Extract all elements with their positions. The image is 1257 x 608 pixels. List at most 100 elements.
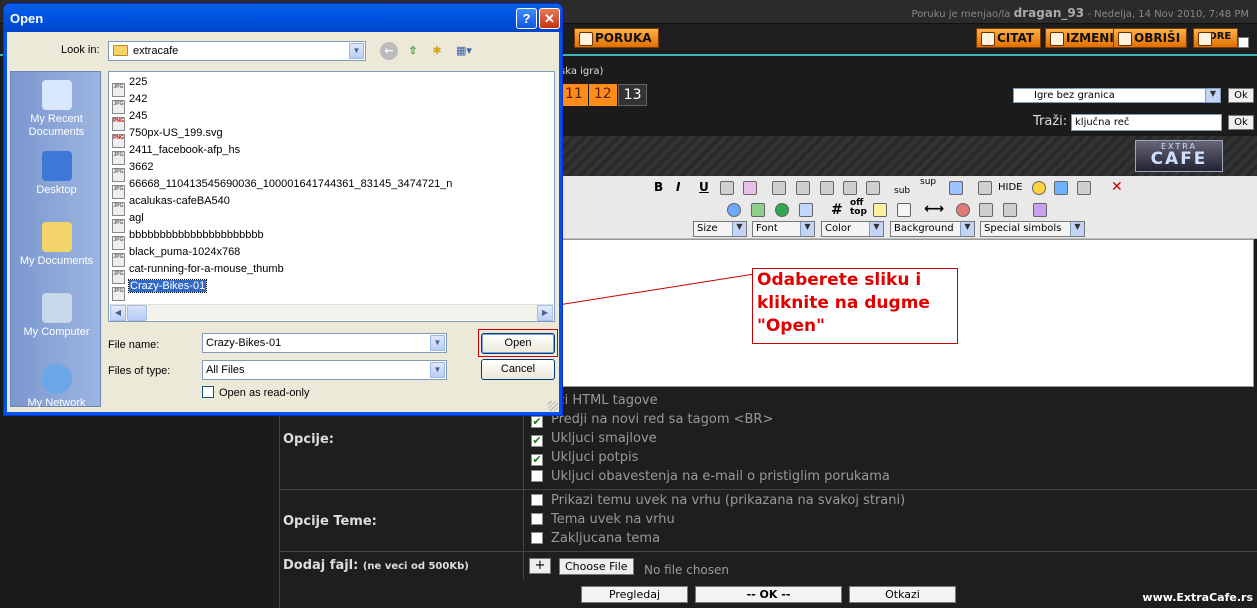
chevron-down-icon[interactable]: ▼	[1070, 222, 1084, 236]
code-icon[interactable]	[897, 203, 911, 217]
option-signature[interactable]: ✔ Ukljuci potpis	[531, 450, 638, 466]
quote-icon[interactable]	[873, 203, 887, 217]
place-my-network[interactable]: My Network	[11, 364, 102, 410]
place-my-computer[interactable]: My Computer	[11, 293, 102, 339]
forum-jump-select[interactable]: Igre bez granica ▼	[1013, 88, 1221, 103]
special-symbols-select[interactable]: Special simbols ▼	[980, 221, 1085, 237]
back-icon[interactable]: ←	[380, 42, 398, 60]
superscript-icon[interactable]: sup	[920, 177, 936, 187]
size-select[interactable]: Size ▼	[693, 221, 747, 237]
flv-icon[interactable]	[979, 203, 993, 217]
poruka-button[interactable]: PORUKA	[574, 28, 659, 48]
file-item[interactable]: JPG 242	[112, 93, 147, 114]
checkbox[interactable]	[531, 494, 543, 506]
background-select[interactable]: Background ▼	[890, 221, 975, 237]
bold-icon[interactable]: B	[654, 180, 663, 194]
citat-button[interactable]: CITAT	[976, 28, 1042, 48]
file-item[interactable]: JPG cat-running-for-a-mouse_thumb	[112, 263, 284, 284]
up-folder-icon[interactable]: ⇧	[404, 42, 422, 60]
color-picker-icon[interactable]	[743, 181, 757, 195]
dialog-titlebar[interactable]: Open ? ✕	[4, 4, 562, 32]
youtube-icon[interactable]	[956, 203, 970, 217]
file-item[interactable]: JPG black_puma-1024x768	[112, 246, 240, 267]
file-item[interactable]: JPG 2411_facebook-afp_hs	[112, 144, 240, 165]
subscript-icon[interactable]: sub	[894, 186, 910, 196]
chevron-down-icon[interactable]: ▼	[960, 222, 974, 236]
link-icon[interactable]	[727, 203, 741, 217]
file-item[interactable]: JPG 3662	[112, 161, 153, 182]
forum-jump-ok-button[interactable]: Ok	[1228, 88, 1254, 103]
file-item[interactable]: JPG agl	[112, 212, 144, 233]
remove-format-icon[interactable]: ✕	[1111, 179, 1123, 195]
option-sticky[interactable]: Tema uvek na vrhu	[531, 512, 675, 527]
indent-icon[interactable]	[866, 181, 880, 195]
edit-info-user[interactable]: dragan_93	[1014, 6, 1085, 20]
checkbox[interactable]	[531, 532, 543, 544]
chevron-down-icon[interactable]: ▼	[800, 222, 814, 236]
choose-file-button[interactable]: Choose File	[559, 558, 634, 575]
checkbox-checked[interactable]: ✔	[531, 416, 543, 428]
option-sticky-all[interactable]: Prikazi temu uvek na vrhu (prikazana na …	[531, 493, 905, 508]
place-desktop[interactable]: Desktop	[11, 151, 102, 197]
close-button[interactable]: ✕	[539, 8, 560, 29]
hash-icon[interactable]: #	[831, 202, 843, 218]
submit-ok-button[interactable]: -- OK --	[695, 586, 842, 603]
image-icon[interactable]	[751, 203, 765, 217]
read-only-checkbox[interactable]: Open as read-only	[202, 386, 310, 399]
resize-grip-icon[interactable]	[548, 401, 558, 411]
page-link-11[interactable]: 11	[560, 84, 589, 106]
checkbox[interactable]	[202, 386, 214, 398]
chevron-down-icon[interactable]: ▼	[430, 362, 445, 378]
color-select[interactable]: Color ▼	[821, 221, 884, 237]
search-input[interactable]: ključna reč	[1071, 114, 1222, 131]
file-item[interactable]: JPG 225	[112, 76, 147, 97]
cancel-post-button[interactable]: Otkazi	[849, 586, 956, 603]
gore-button[interactable]: GORE	[1193, 28, 1239, 48]
checkbox[interactable]	[531, 470, 543, 482]
align-center-icon[interactable]	[796, 181, 810, 195]
clover-icon[interactable]	[775, 203, 789, 217]
files-of-type-select[interactable]: All Files ▼	[202, 360, 447, 380]
help-button[interactable]: ?	[516, 8, 537, 29]
font-select[interactable]: Font ▼	[752, 221, 815, 237]
file-list[interactable]: JPG 225 JPG 242 PNG 245 PNG 750px-US_199.svg…	[108, 71, 555, 322]
add-file-plus-button[interactable]: +	[529, 558, 551, 574]
chevron-down-icon[interactable]: ▼	[869, 222, 883, 236]
new-folder-icon[interactable]: ✱	[428, 42, 446, 60]
table-icon[interactable]	[949, 181, 963, 195]
chevron-down-icon[interactable]: ▼	[430, 335, 445, 351]
place-my-documents[interactable]: My Documents	[11, 222, 102, 268]
media-icon[interactable]	[1003, 203, 1017, 217]
scroll-thumb[interactable]	[127, 305, 147, 321]
search-ok-button[interactable]: Ok	[1228, 115, 1254, 130]
scroll-left-icon[interactable]: ◀	[110, 305, 126, 321]
underline-icon[interactable]: U	[699, 180, 709, 194]
horizontal-rule-icon[interactable]: ⟷	[924, 201, 944, 217]
chevron-down-icon[interactable]: ▼	[349, 43, 364, 59]
cancel-button[interactable]: Cancel	[481, 359, 555, 380]
align-right-icon[interactable]	[820, 181, 834, 195]
keyboard-icon[interactable]	[1054, 181, 1068, 195]
chevron-down-icon[interactable]: ▼	[732, 222, 746, 236]
checkbox[interactable]	[531, 513, 543, 525]
page-link-12[interactable]: 12	[588, 84, 618, 106]
views-menu-icon[interactable]: ▦▾	[452, 42, 476, 60]
file-name-input[interactable]: Crazy-Bikes-01 ▼	[202, 333, 447, 353]
align-left-icon[interactable]	[772, 181, 786, 195]
obrisi-button[interactable]: OBRIŠI	[1113, 28, 1188, 48]
option-locked[interactable]: Zakljucana tema	[531, 531, 660, 546]
justify-icon[interactable]	[843, 181, 857, 195]
file-item[interactable]: PNG 245	[112, 110, 147, 131]
offtop-icon[interactable]: off top	[850, 199, 867, 217]
file-item[interactable]: JPG bbbbbbbbbbbbbbbbbbbbbb	[112, 229, 264, 250]
file-item[interactable]: JPG 66668_110413545690036_100001641744361…	[112, 178, 452, 199]
italic-icon[interactable]: I	[676, 180, 680, 194]
file-item[interactable]: JPG acalukas-cafeBA540	[112, 195, 230, 216]
checkbox-checked[interactable]: ✔	[531, 454, 543, 466]
option-br-tag[interactable]: ✔ Predji na novi red sa tagom <BR>	[531, 412, 773, 428]
preview-button[interactable]: Pregledaj	[581, 586, 688, 603]
list-icon[interactable]	[978, 181, 992, 195]
hide-icon[interactable]: HIDE	[998, 182, 1023, 193]
email-icon[interactable]	[799, 203, 813, 217]
transliterate-icon[interactable]	[1077, 181, 1091, 195]
